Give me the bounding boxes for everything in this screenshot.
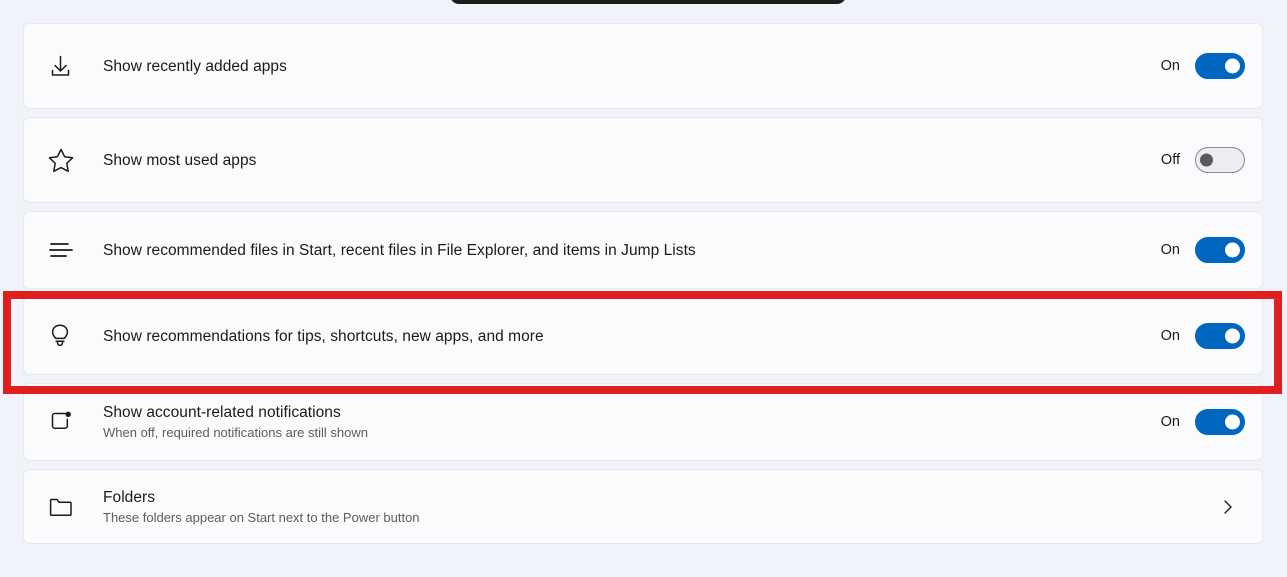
setting-title: Show recommended files in Start, recent … <box>103 241 696 259</box>
toggle-recommended-files[interactable] <box>1195 237 1245 263</box>
setting-labels: Folders These folders appear on Start ne… <box>103 487 1125 527</box>
setting-labels: Show account-related notifications When … <box>103 402 1125 442</box>
setting-row-recently-added-apps[interactable]: Show recently added apps On <box>23 23 1263 109</box>
setting-control-area: Off <box>1125 147 1245 173</box>
setting-row-account-notifications[interactable]: Show account-related notifications When … <box>23 383 1263 461</box>
setting-labels: Show recommendations for tips, shortcuts… <box>103 326 1125 347</box>
setting-control-area: On <box>1125 53 1245 79</box>
setting-title: Show most used apps <box>103 151 257 169</box>
toggle-state-label: On <box>1160 58 1180 74</box>
toggle-recommendations[interactable] <box>1195 323 1245 349</box>
setting-control-area <box>1125 497 1245 517</box>
star-icon <box>47 146 103 174</box>
toggle-account-notifications[interactable] <box>1195 409 1245 435</box>
setting-labels: Show recently added apps <box>103 56 1125 77</box>
setting-control-area: On <box>1125 323 1245 349</box>
setting-description: These folders appear on Start next to th… <box>103 509 420 525</box>
toggle-knob <box>1200 153 1213 167</box>
toggle-state-label: On <box>1160 328 1180 344</box>
toggle-most-used-apps[interactable] <box>1195 147 1245 173</box>
setting-control-area: On <box>1125 237 1245 263</box>
setting-title: Folders <box>103 488 156 506</box>
setting-control-area: On <box>1125 409 1245 435</box>
toggle-knob <box>1225 328 1240 344</box>
setting-title: Show account-related notifications <box>103 404 341 421</box>
chevron-right-icon[interactable] <box>1211 497 1245 517</box>
setting-description: When off, required notifications are sti… <box>103 425 368 440</box>
list-lines-icon <box>47 238 103 262</box>
setting-row-recommended-files[interactable]: Show recommended files in Start, recent … <box>23 211 1263 289</box>
toggle-state-label: On <box>1160 414 1180 430</box>
setting-row-most-used-apps[interactable]: Show most used apps Off <box>23 117 1263 203</box>
settings-page: Show recently added apps On Show most us… <box>0 0 1287 577</box>
toggle-recently-added-apps[interactable] <box>1195 53 1245 79</box>
setting-row-folders[interactable]: Folders These folders appear on Start ne… <box>23 469 1263 544</box>
toggle-state-label: Off <box>1160 152 1180 168</box>
toggle-knob <box>1225 242 1240 258</box>
setting-row-recommendations[interactable]: Show recommendations for tips, shortcuts… <box>23 297 1263 375</box>
setting-labels: Show most used apps <box>103 150 1125 171</box>
lightbulb-icon <box>47 322 103 350</box>
settings-list: Show recently added apps On Show most us… <box>23 23 1263 552</box>
toggle-knob <box>1225 58 1240 74</box>
toggle-knob <box>1225 414 1240 430</box>
folder-icon <box>47 495 103 519</box>
toggle-state-label: On <box>1160 242 1180 258</box>
download-icon <box>47 53 103 80</box>
notification-badge-icon <box>47 408 103 436</box>
clipped-element-above <box>450 0 846 4</box>
setting-title: Show recommendations for tips, shortcuts… <box>103 327 544 345</box>
setting-title: Show recently added apps <box>103 57 287 75</box>
setting-labels: Show recommended files in Start, recent … <box>103 240 1125 261</box>
